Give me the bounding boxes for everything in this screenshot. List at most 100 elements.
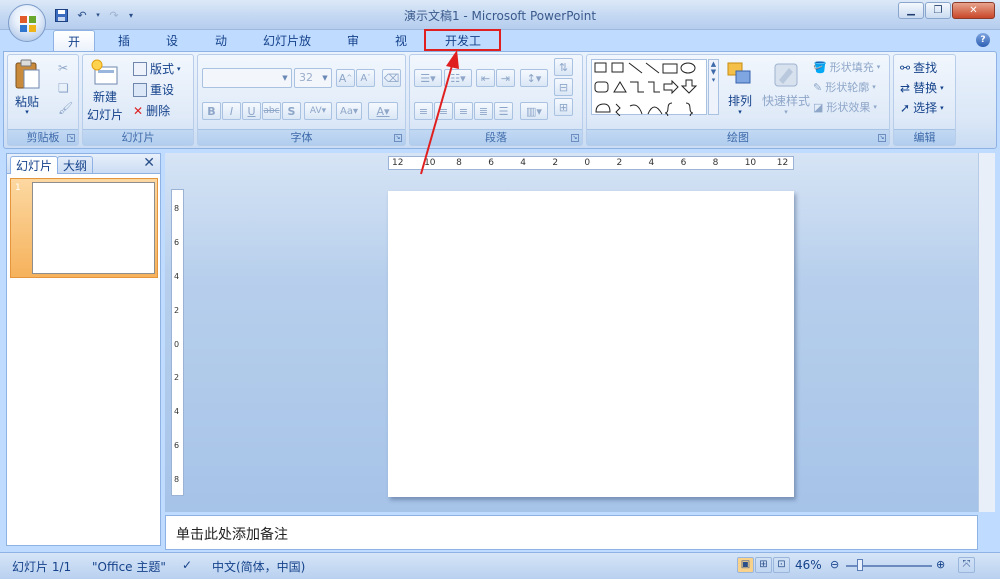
font-size-combo[interactable]: 32 ▼ xyxy=(294,68,332,88)
title-bar: ↶ ▾ ↷ ▾ 演示文稿1 - Microsoft PowerPoint ▁ ❐… xyxy=(0,0,1000,30)
clear-format-icon[interactable]: ⌫ xyxy=(382,69,401,87)
delete-slide-button[interactable]: ✕ 删除 xyxy=(133,102,170,119)
strikethrough-icon[interactable]: abc xyxy=(262,102,281,120)
group-label-drawing: 绘图 xyxy=(587,129,889,145)
paragraph-launcher-icon[interactable]: ↘ xyxy=(571,134,579,142)
minimize-button[interactable]: ▁ xyxy=(898,2,924,19)
restore-button[interactable]: ❐ xyxy=(925,2,951,19)
office-button[interactable] xyxy=(8,4,46,42)
select-button[interactable]: ➚ 选择 ▾ xyxy=(900,99,944,116)
format-painter-icon[interactable]: 🖌 xyxy=(58,101,73,115)
tab-slideshow[interactable]: 幻灯片放映 xyxy=(249,30,325,70)
copy-icon[interactable]: ❏ xyxy=(58,81,69,95)
zoom-slider-thumb[interactable] xyxy=(857,559,863,571)
slide-thumbnail-selected[interactable]: 1 xyxy=(10,178,158,278)
binoculars-icon: ⚯ xyxy=(900,60,911,75)
reset-button[interactable]: 重设 xyxy=(133,81,174,98)
ruler-label: 0 xyxy=(584,158,591,168)
group-label-slides: 幻灯片 xyxy=(83,129,193,145)
smartart-icon[interactable]: ⊞ xyxy=(554,98,573,116)
ruler-label: 4 xyxy=(174,407,180,417)
clipboard-launcher-icon[interactable]: ↘ xyxy=(67,134,75,142)
justify-icon[interactable]: ≣ xyxy=(474,102,493,120)
shape-outline-label: 形状轮廓 xyxy=(825,81,870,94)
close-button[interactable]: ✕ xyxy=(952,2,995,19)
char-spacing-icon[interactable]: AV▾ xyxy=(304,102,332,120)
quick-styles-button[interactable]: 快速样式 ▾ xyxy=(762,60,810,116)
bold-icon[interactable]: B xyxy=(202,102,221,120)
tab-home[interactable]: 开始 xyxy=(53,30,95,71)
status-slide-count: 幻灯片 1/1 xyxy=(12,560,72,574)
arrange-button[interactable]: 排列 ▾ xyxy=(725,60,755,116)
tab-insert[interactable]: 插入 xyxy=(104,30,144,70)
paste-icon xyxy=(15,59,40,89)
slide-thumbnail[interactable] xyxy=(32,182,155,274)
spellcheck-icon[interactable]: ✓ xyxy=(182,558,192,572)
zoom-level[interactable]: 46% xyxy=(795,558,822,572)
shapes-gallery[interactable] xyxy=(591,59,707,124)
slide-sorter-icon[interactable]: ⊞ xyxy=(755,557,772,573)
group-label-editing: 编辑 xyxy=(894,129,955,145)
arrange-icon xyxy=(727,62,751,84)
ruler-label: 8 xyxy=(174,475,180,485)
reset-label: 重设 xyxy=(150,83,175,97)
grow-font-icon[interactable]: A ^ xyxy=(336,69,355,87)
help-icon[interactable]: ? xyxy=(976,33,990,47)
font-color-icon[interactable]: A▾ xyxy=(368,102,398,120)
new-slide-button[interactable]: 新建 幻灯片 xyxy=(87,59,123,123)
zoom-out-icon[interactable]: ⊖ xyxy=(830,558,839,571)
normal-view-icon[interactable]: ▣ xyxy=(737,557,754,573)
vertical-scrollbar[interactable] xyxy=(978,153,995,512)
close-icon[interactable]: ✕ xyxy=(143,155,155,171)
shape-fill-button[interactable]: 🪣 形状填充 ▾ xyxy=(813,59,880,75)
text-direction-icon[interactable]: ⇅ xyxy=(554,58,573,76)
align-text-icon[interactable]: ⊟ xyxy=(554,78,573,96)
cut-icon[interactable]: ✂ xyxy=(58,61,68,75)
ruler-label: 8 xyxy=(174,204,180,213)
italic-icon[interactable]: I xyxy=(222,102,241,120)
tab-slides-pane[interactable]: 幻灯片 xyxy=(10,156,59,174)
ruler-label: 2 xyxy=(616,158,623,168)
status-theme: "Office 主题" xyxy=(92,560,166,574)
fit-to-window-icon[interactable]: ⤧ xyxy=(958,557,975,573)
ruler-label: 6 xyxy=(488,158,494,168)
paste-button[interactable]: 粘贴 ▾ xyxy=(12,59,42,116)
ruler-label: 8 xyxy=(712,158,719,168)
slideshow-view-icon[interactable]: ⊡ xyxy=(773,557,790,573)
shapes-scroll[interactable]: ▲ ▼ ▾ xyxy=(708,59,719,115)
zoom-in-icon[interactable]: ⊕ xyxy=(936,558,945,571)
shape-effects-button[interactable]: ◪ 形状效果 ▾ xyxy=(813,99,877,115)
underline-icon[interactable]: U xyxy=(242,102,261,120)
tab-review[interactable]: 审阅 xyxy=(333,30,373,70)
tab-animation[interactable]: 动画 xyxy=(201,30,241,70)
quick-styles-label: 快速样式 xyxy=(762,94,811,108)
notes-pane[interactable]: 单击此处添加备注 xyxy=(165,515,978,550)
reset-icon xyxy=(133,82,147,97)
replace-button[interactable]: ⇄ 替换 ▾ xyxy=(900,79,944,96)
notes-placeholder: 单击此处添加备注 xyxy=(176,527,288,543)
group-clipboard: 粘贴 ▾ ✂ ❏ 🖌 剪贴板 ↘ xyxy=(7,54,79,146)
paste-dropdown-icon: ▾ xyxy=(25,108,29,116)
drawing-launcher-icon[interactable]: ↘ xyxy=(878,134,886,142)
ruler-label: 6 xyxy=(174,441,180,451)
status-language: 中文(简体，中国) xyxy=(212,560,306,574)
increase-indent-icon[interactable]: ⇥ xyxy=(496,69,515,87)
tab-design[interactable]: 设计 xyxy=(152,30,192,70)
change-case-icon[interactable]: Aa▾ xyxy=(336,102,362,120)
shape-outline-button[interactable]: ✎ 形状轮廓 ▾ xyxy=(813,79,876,95)
new-slide-icon xyxy=(91,59,118,85)
columns-icon[interactable]: ▥▾ xyxy=(520,102,548,120)
distributed-icon[interactable]: ☰ xyxy=(494,102,513,120)
decrease-indent-icon[interactable]: ⇤ xyxy=(476,69,495,87)
text-shadow-icon[interactable]: S xyxy=(282,102,301,120)
tab-outline-pane[interactable]: 大纲 xyxy=(57,156,94,174)
shrink-font-icon[interactable]: Aˇ xyxy=(356,69,375,87)
arrange-label: 排列 xyxy=(727,94,752,108)
layout-button[interactable]: 版式 ▾ xyxy=(133,60,181,77)
find-button[interactable]: ⚯ 查找 xyxy=(900,59,937,76)
font-launcher-icon[interactable]: ↘ xyxy=(394,134,402,142)
font-name-combo[interactable]: ▼ xyxy=(202,68,292,88)
vertical-ruler[interactable]: 8 6 4 2 0 2 4 6 8 xyxy=(171,189,184,496)
slide-canvas[interactable] xyxy=(388,191,794,497)
line-spacing-icon[interactable]: ↕▾ xyxy=(520,69,548,87)
